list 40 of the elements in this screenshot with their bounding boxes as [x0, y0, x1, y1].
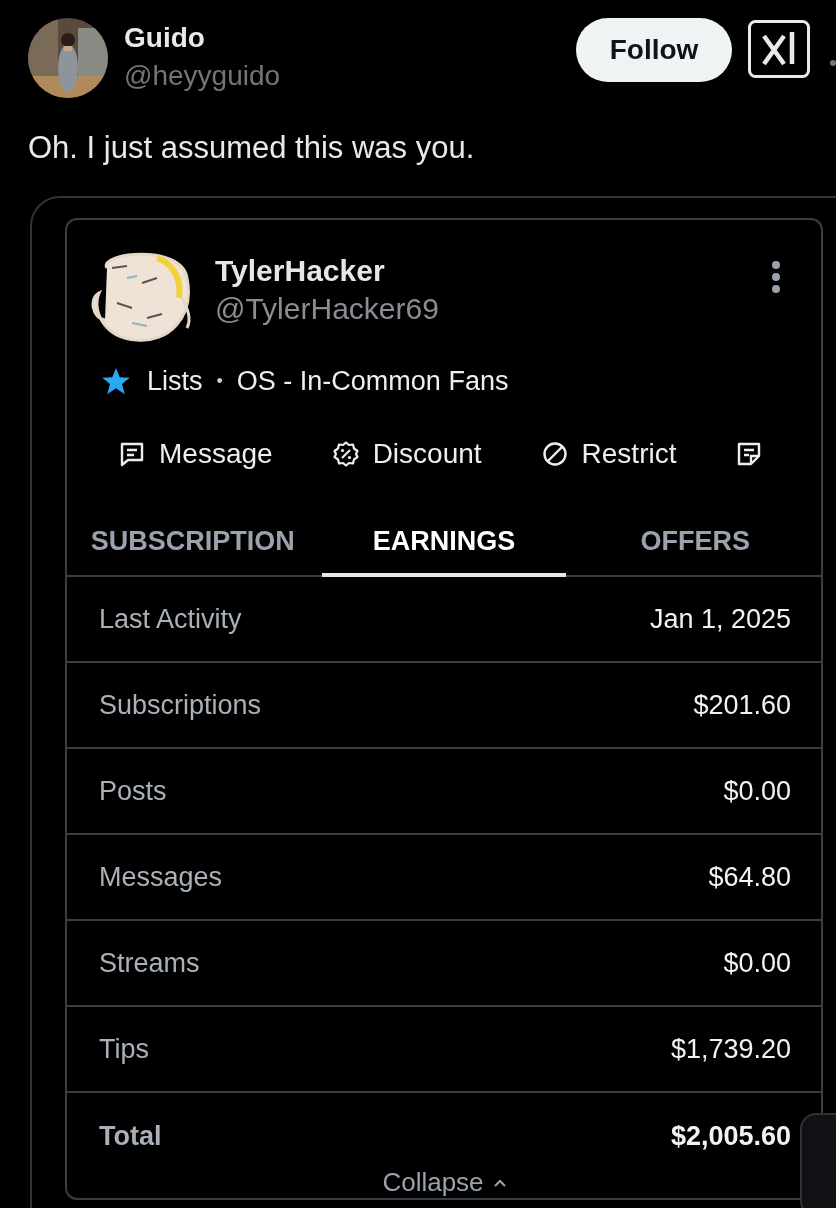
action-button[interactable]: Message [119, 438, 273, 470]
caret-icon [493, 1178, 506, 1187]
row-label: Subscriptions [99, 689, 262, 721]
row-label: Total [99, 1120, 162, 1152]
row-label: Streams [99, 947, 200, 979]
row-value: $1,739.20 [670, 1033, 791, 1065]
list-name[interactable]: OS - In-Common Fans [236, 364, 509, 398]
row-value: $0.00 [723, 775, 791, 807]
action-button[interactable]: Restrict [541, 438, 677, 470]
logo-icon[interactable] [748, 20, 810, 78]
row-value: $201.60 [693, 689, 791, 721]
row-label: Messages [99, 861, 223, 893]
star-icon [101, 366, 131, 396]
row-value: $0.00 [723, 947, 791, 979]
more-options-icon[interactable] [771, 260, 781, 294]
row-value: $64.80 [708, 861, 791, 893]
row-value: Jan 1, 2025 [649, 603, 791, 635]
lists-label[interactable]: Lists [147, 364, 203, 398]
note-button[interactable] [736, 441, 763, 467]
tab[interactable]: SUBSCRIPTION [71, 526, 315, 577]
note-icon [736, 441, 763, 467]
tab[interactable]: OFFERS [573, 526, 817, 577]
collapse-link[interactable]: Collapse [382, 1167, 506, 1198]
message-icon [119, 441, 145, 467]
author-name: Guido [124, 21, 206, 55]
more-dot-icon[interactable] [830, 60, 836, 66]
percent-badge-icon [332, 441, 359, 467]
row-value: $2,005.60 [670, 1120, 791, 1152]
action-button[interactable]: Discount [332, 438, 482, 470]
profile-handle: @TylerHacker69 [215, 291, 439, 327]
prohibited-icon [541, 441, 568, 467]
row-label: Tips [99, 1033, 149, 1065]
profile-name: TylerHacker [215, 253, 386, 289]
separator-dot: • [216, 370, 223, 393]
follow-button[interactable]: Follow [576, 18, 732, 82]
row-label: Posts [99, 775, 167, 807]
tab[interactable]: EARNINGS [322, 526, 566, 577]
post-text: Oh. I just assumed this was you. [28, 129, 476, 167]
row-label: Last Activity [99, 603, 242, 635]
author-handle: @heyyguido [124, 59, 281, 93]
